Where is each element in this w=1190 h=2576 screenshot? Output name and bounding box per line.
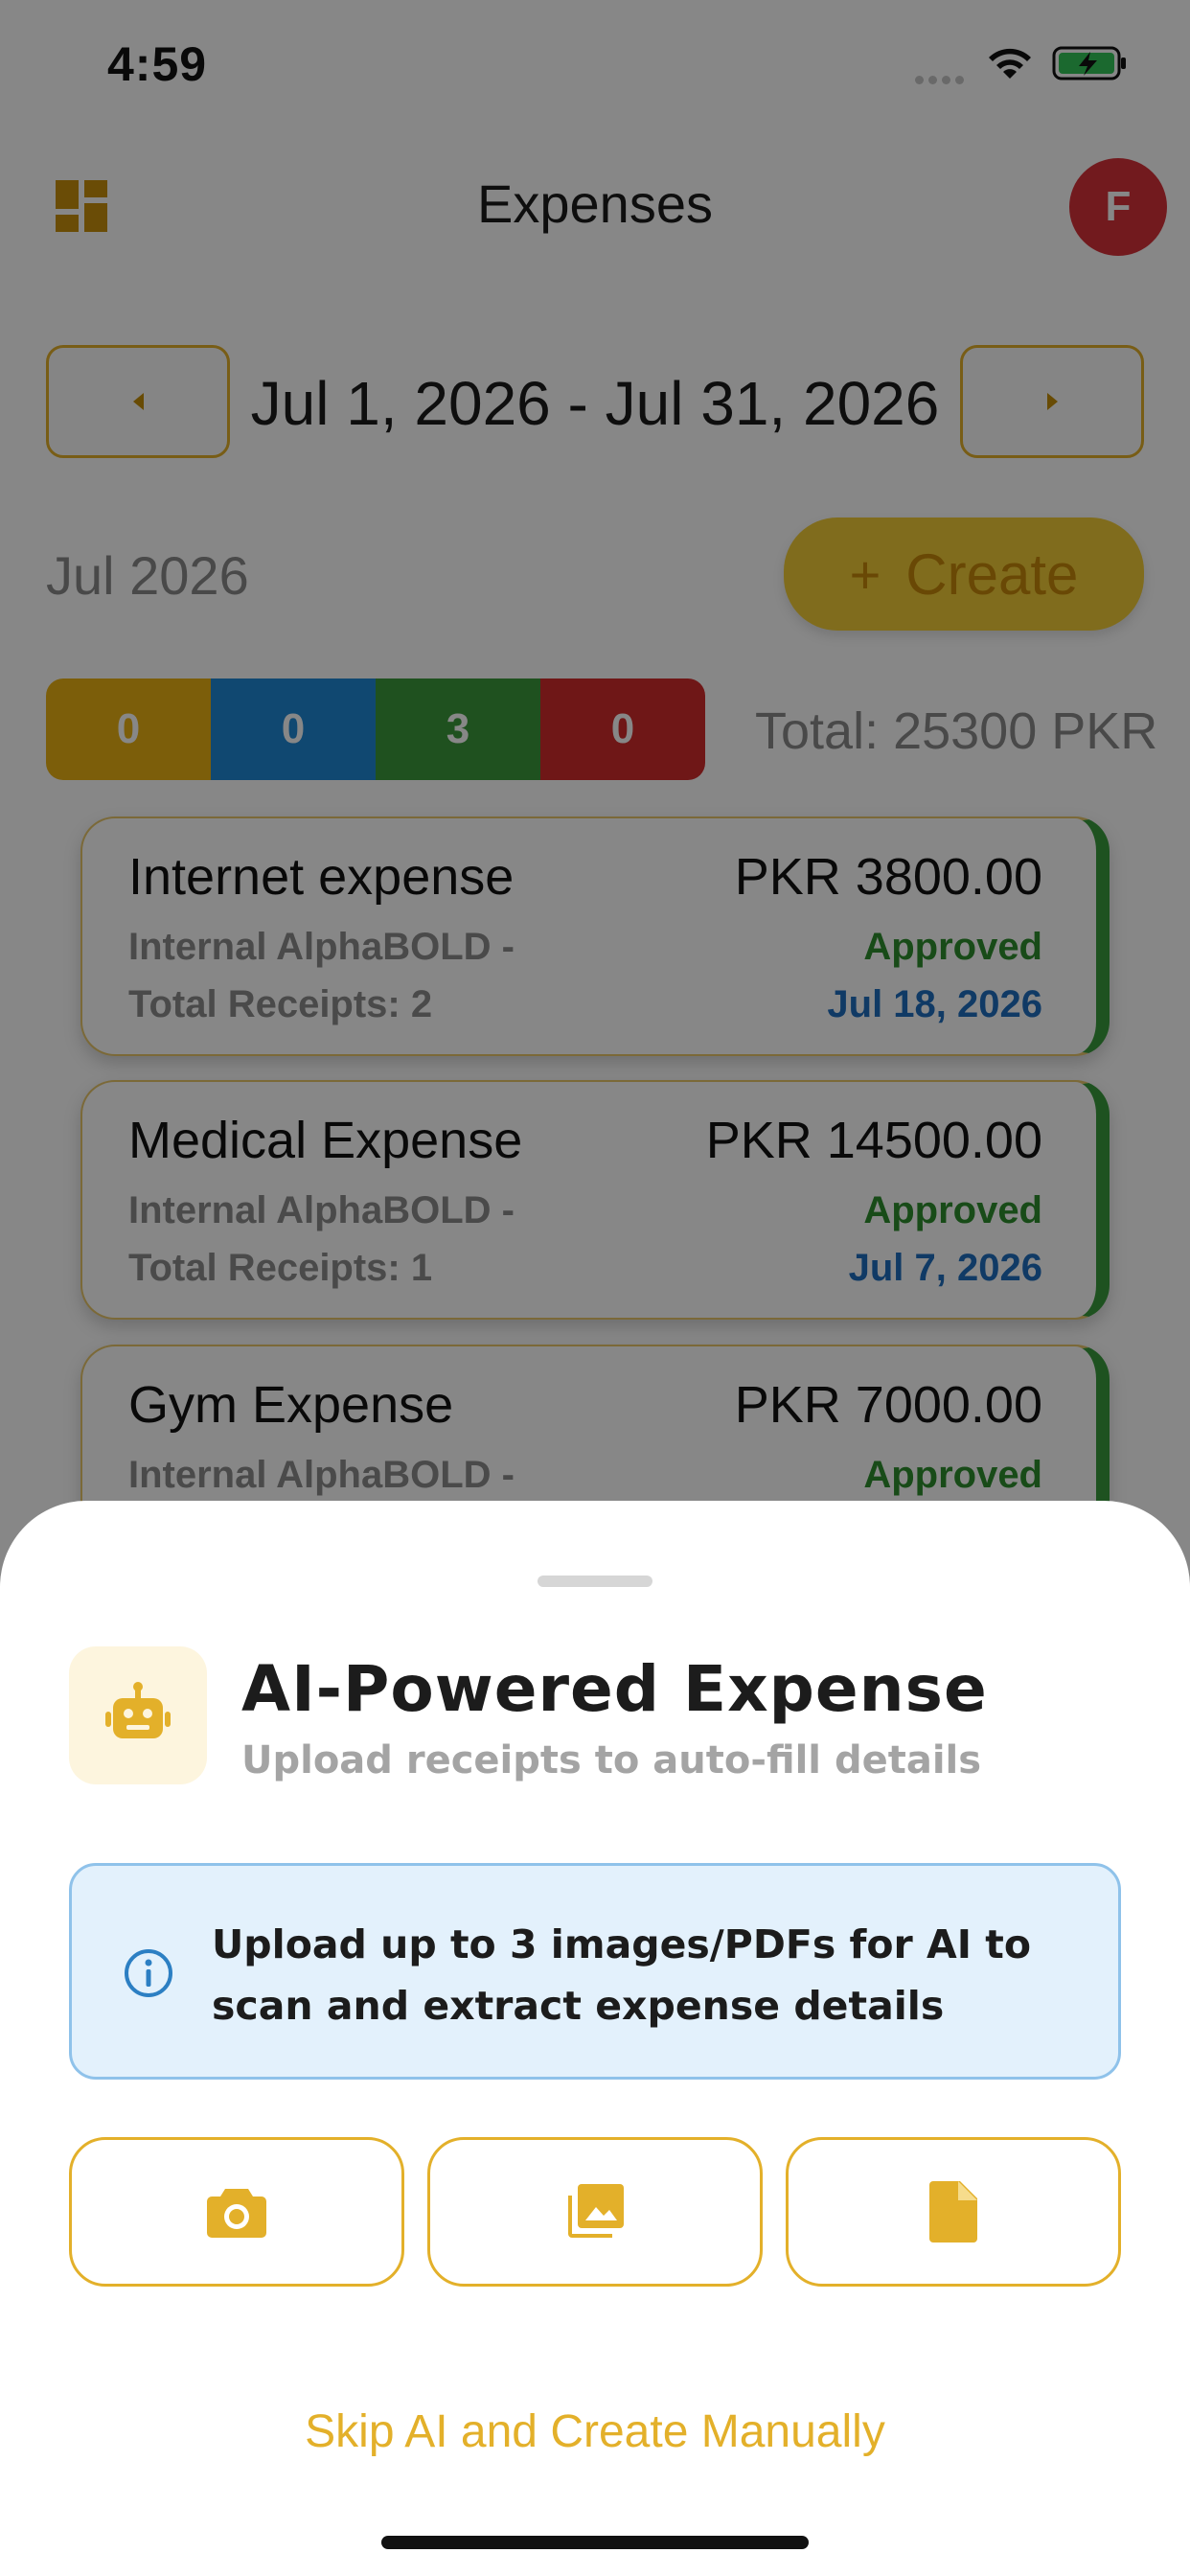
skip-ai-link[interactable]: Skip AI and Create Manually	[0, 2405, 1190, 2458]
sheet-title: AI-Powered Expense	[241, 1652, 988, 1726]
home-indicator	[381, 2536, 809, 2549]
camera-icon	[207, 2189, 266, 2238]
gallery-icon	[568, 2184, 624, 2238]
sheet-drag-handle[interactable]	[538, 1576, 652, 1587]
robot-icon	[105, 1682, 171, 1738]
document-upload-button[interactable]	[786, 2137, 1121, 2287]
info-text: Upload up to 3 images/PDFs for AI to sca…	[212, 1921, 1032, 2029]
info-banner: Upload up to 3 images/PDFs for AI to sca…	[69, 1863, 1121, 2080]
info-icon	[125, 1949, 172, 1997]
sheet-subtitle: Upload receipts to auto-fill details	[241, 1738, 982, 1782]
ai-expense-bottom-sheet: AI-Powered Expense Upload receipts to au…	[0, 1501, 1190, 2576]
gallery-upload-button[interactable]	[427, 2137, 763, 2287]
document-icon	[929, 2181, 977, 2242]
ai-icon-container	[69, 1646, 207, 1784]
expenses-screen: 4:59 Expenses F Jul 1, 2026 - Jul 31, 20…	[0, 0, 1190, 2576]
camera-upload-button[interactable]	[69, 2137, 404, 2287]
